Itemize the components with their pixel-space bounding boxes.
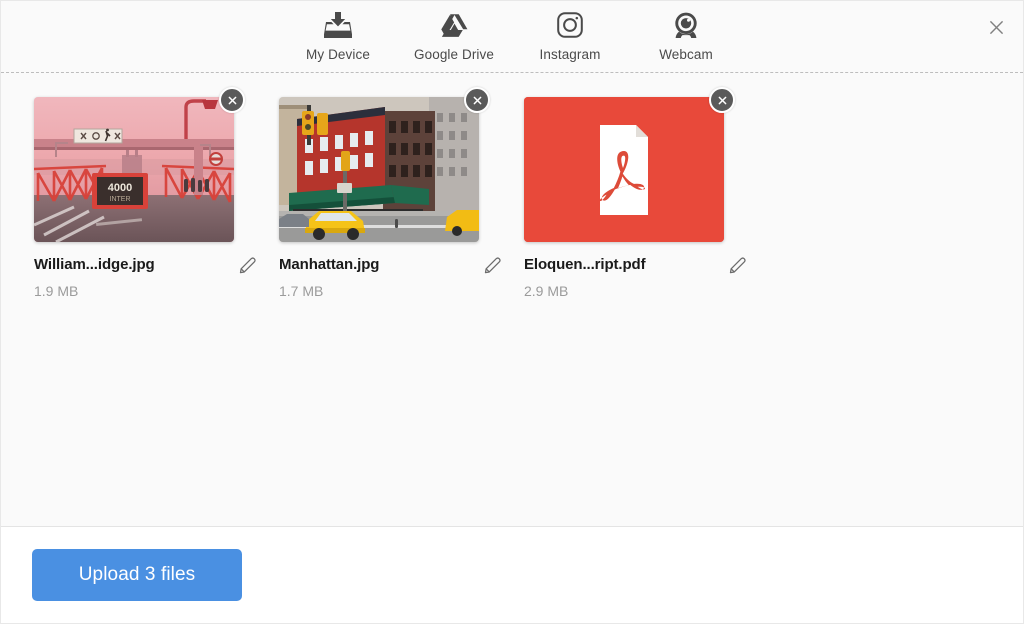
close-icon: [718, 96, 726, 104]
file-size: 1.7 MB: [279, 283, 324, 299]
file-name: Eloquen...ript.pdf: [524, 256, 646, 273]
close-icon: [989, 20, 1003, 34]
remove-file-button[interactable]: [219, 87, 245, 113]
file-name: Manhattan.jpg: [279, 256, 380, 273]
edit-file-button[interactable]: [726, 254, 748, 276]
pencil-icon: [729, 257, 746, 273]
svg-text:4000: 4000: [108, 182, 132, 194]
dialog-footer: Upload 3 files: [1, 527, 1023, 623]
pencil-icon: [239, 257, 256, 273]
close-dialog-button[interactable]: [981, 12, 1011, 42]
pdf-document-icon: [524, 97, 724, 242]
remove-file-button[interactable]: [464, 87, 490, 113]
file-thumbnail-wrapper: [524, 87, 735, 242]
remove-file-button[interactable]: [709, 87, 735, 113]
file-size: 2.9 MB: [524, 283, 569, 299]
svg-text:INTER: INTER: [110, 196, 131, 203]
file-thumbnail-wrapper: 4000 INTER: [34, 87, 245, 242]
pencil-icon: [484, 257, 501, 273]
file-meta: William...idge.jpg 1.9 MB: [34, 256, 256, 299]
file-card: Eloquen...ript.pdf 2.9 MB: [524, 87, 769, 299]
file-size: 1.9 MB: [34, 283, 79, 299]
device-upload-tray-icon: [324, 10, 352, 40]
source-tab-label: Google Drive: [414, 47, 494, 62]
close-icon: [473, 96, 481, 104]
source-tab-google-drive[interactable]: Google Drive: [396, 10, 512, 62]
source-tab-instagram[interactable]: Instagram: [512, 10, 628, 62]
source-tabs: My Device Google Drive Instagram Webcam: [280, 1, 744, 62]
close-icon: [228, 96, 236, 104]
edit-file-button[interactable]: [481, 254, 503, 276]
source-tab-label: My Device: [306, 47, 370, 62]
williamsburg-bridge-photo: 4000 INTER: [34, 97, 234, 242]
manhattan-street-photo: [279, 97, 479, 242]
instagram-icon: [557, 10, 583, 40]
edit-file-button[interactable]: [236, 254, 258, 276]
upload-files-button[interactable]: Upload 3 files: [32, 549, 242, 601]
file-grid: 4000 INTER William...idge.jpg 1.9 MB Man…: [1, 87, 1023, 323]
source-tabs-header: My Device Google Drive Instagram Webcam: [1, 1, 1023, 73]
file-card: 4000 INTER William...idge.jpg 1.9 MB: [34, 87, 279, 299]
file-uploader-dialog: My Device Google Drive Instagram Webcam …: [0, 0, 1024, 624]
source-tab-webcam[interactable]: Webcam: [628, 10, 744, 62]
file-list-area: 4000 INTER William...idge.jpg 1.9 MB Man…: [1, 73, 1023, 527]
webcam-icon: [673, 10, 699, 40]
source-tab-my-device[interactable]: My Device: [280, 10, 396, 62]
file-card: Manhattan.jpg 1.7 MB: [279, 87, 524, 299]
source-tab-label: Webcam: [659, 47, 713, 62]
file-meta: Manhattan.jpg 1.7 MB: [279, 256, 501, 299]
google-drive-icon: [440, 10, 468, 40]
file-meta: Eloquen...ript.pdf 2.9 MB: [524, 256, 746, 299]
file-thumbnail-wrapper: [279, 87, 490, 242]
file-name: William...idge.jpg: [34, 256, 155, 273]
source-tab-label: Instagram: [539, 47, 601, 62]
